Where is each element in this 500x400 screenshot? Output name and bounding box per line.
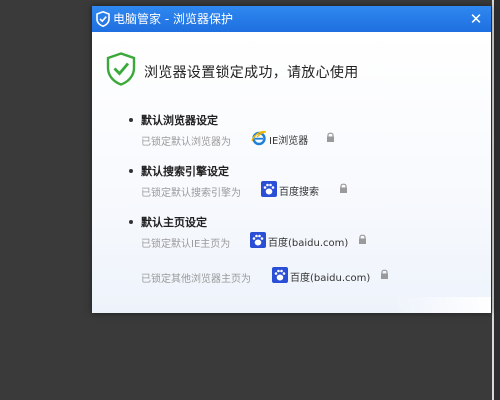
- title-bar[interactable]: 电脑管家 - 浏览器保护 ✕: [92, 6, 491, 32]
- lock-icon: [381, 269, 388, 279]
- value-text-default-browser: IE浏览器: [269, 136, 309, 147]
- value-text-default-ie-homepage: 百度(baidu.com): [268, 238, 349, 249]
- close-button[interactable]: ✕: [467, 10, 485, 28]
- lock-icon: [340, 183, 347, 193]
- section-title-default-search: 默认搜索引擎设定: [141, 165, 229, 178]
- value-default-ie-homepage: 百度(baidu.com): [250, 232, 350, 249]
- row-label-default-search: 已锁定默认搜索引擎为: [141, 188, 241, 199]
- bullet-dot: [129, 118, 133, 122]
- value-default-browser: IE浏览器: [251, 130, 331, 147]
- browser-protection-dialog: 电脑管家 - 浏览器保护 ✕ 浏览器设置锁定成功，请放心使用 默认浏览器设定 已…: [92, 6, 491, 313]
- row-label-other-browser-homepage: 已锁定其他浏览器主页为: [141, 274, 251, 285]
- baidu-icon: [250, 232, 266, 248]
- success-message: 浏览器设置锁定成功，请放心使用: [144, 65, 359, 81]
- ie-icon: [251, 130, 267, 146]
- shield-icon: [96, 11, 110, 27]
- close-icon: ✕: [469, 10, 483, 28]
- section-title-default-homepage: 默认主页设定: [141, 216, 207, 229]
- desktop-background-edge: [494, 0, 500, 400]
- success-check-icon: [106, 52, 136, 86]
- value-default-search: 百度搜索: [261, 181, 336, 198]
- lock-icon: [359, 234, 366, 244]
- row-label-default-ie-homepage: 已锁定默认IE主页为: [141, 239, 231, 250]
- lock-icon: [327, 132, 334, 142]
- window-title: 电脑管家 - 浏览器保护: [113, 12, 233, 26]
- bullet-dot: [129, 220, 133, 224]
- baidu-icon: [261, 181, 277, 197]
- value-other-browser-homepage: 百度(baidu.com): [272, 267, 372, 284]
- value-text-default-search: 百度搜索: [279, 187, 319, 198]
- baidu-icon: [272, 267, 288, 283]
- value-text-other-browser-homepage: 百度(baidu.com): [290, 273, 371, 284]
- row-label-default-browser: 已锁定默认浏览器为: [141, 137, 231, 148]
- bullet-dot: [129, 169, 133, 173]
- corner-fade: [395, 297, 491, 313]
- dialog-body: 浏览器设置锁定成功，请放心使用 默认浏览器设定 已锁定默认浏览器为 IE浏览器 …: [92, 32, 491, 313]
- section-title-default-browser: 默认浏览器设定: [141, 114, 218, 127]
